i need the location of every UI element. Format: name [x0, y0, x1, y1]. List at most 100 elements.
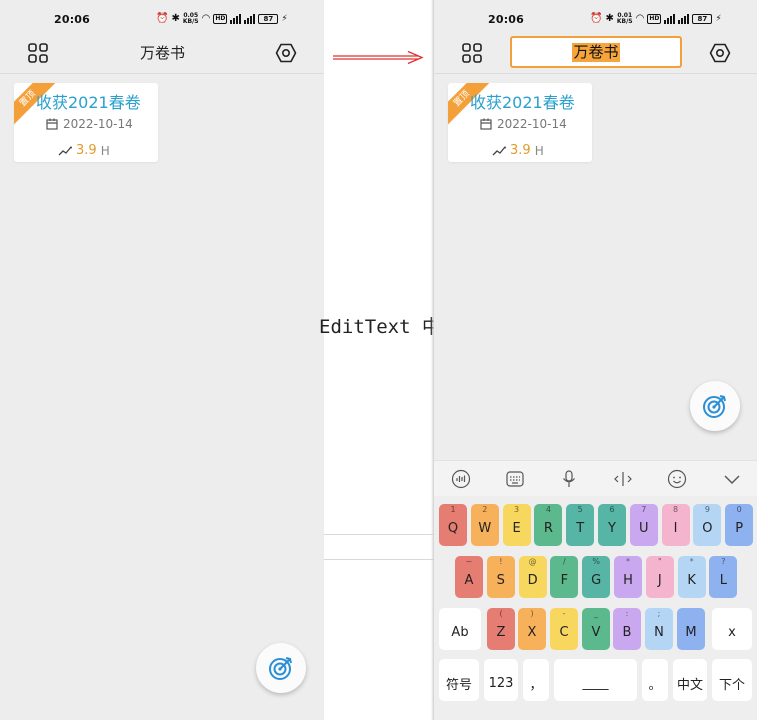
settings-icon[interactable]	[275, 42, 297, 64]
settings-icon[interactable]	[709, 42, 731, 64]
key-label: R	[543, 520, 553, 536]
key-n[interactable]: ; N	[645, 608, 673, 650]
key-r[interactable]: 4R	[534, 504, 563, 546]
key-i[interactable]: 8I	[661, 504, 690, 546]
title-edittext[interactable]: 万卷书	[510, 36, 682, 68]
key-space[interactable]: ____	[554, 659, 637, 701]
hd-badge: HD	[213, 14, 228, 24]
book-date-row: 2022-10-14	[46, 117, 133, 131]
key-label: U	[639, 520, 649, 536]
key-label: X	[527, 624, 537, 640]
key-label: x	[728, 624, 736, 640]
soft-keyboard: 1 Q 2 W 3 E 4 R 5 T 6 Y 7 U 8 I 9 O 0 P ~ A! S @ D / F% G * H " J * K? L Ab…	[434, 496, 757, 720]
key-period[interactable]: 。	[642, 659, 668, 701]
divider	[324, 559, 434, 560]
left-screen: 20:06 ⏰ ✱ 0.05 KB/S ◠ HD 87 ⚡ 万卷书 置顶 收获2…	[0, 0, 324, 720]
signal-icon	[678, 14, 690, 24]
key-hint: /	[563, 557, 566, 566]
charging-icon: ⚡	[281, 14, 288, 24]
key-label: S	[496, 572, 505, 588]
book-card[interactable]: 置顶 收获2021春卷 2022-10-14 3.9 H	[14, 83, 158, 162]
status-bar: 20:06 ⏰ ✱ 0.05 KB/S ◠ HD 87 ⚡	[0, 10, 324, 30]
key-label: P	[735, 520, 744, 536]
key-y[interactable]: 6Y	[598, 504, 626, 546]
keyboard-toolbar	[434, 460, 757, 496]
key-s[interactable]: ! S	[486, 556, 515, 598]
right-screen: 20:06 ⏰ ✱ 0.01 KB/S ◠ HD 87 ⚡ 万卷书 置顶 收获2…	[434, 0, 757, 720]
key-label: 符号	[445, 677, 472, 693]
key-hint: -	[562, 609, 566, 618]
key-u[interactable]: 7U	[629, 504, 658, 546]
key-hint: ~	[465, 557, 473, 566]
cursor-icon[interactable]	[613, 469, 633, 489]
key-comma[interactable]: ，	[523, 659, 549, 701]
key-chinese[interactable]: 中文	[673, 659, 707, 701]
key-h[interactable]: * H	[614, 556, 642, 598]
bluetooth-icon: ✱	[605, 13, 614, 24]
key-label: C	[559, 624, 569, 640]
key-hint: !	[499, 557, 503, 566]
key-label: J	[657, 572, 662, 588]
key-o[interactable]: 9O	[693, 504, 722, 546]
charging-icon: ⚡	[715, 14, 722, 24]
key-label: ____	[582, 675, 609, 691]
book-hours: 3.9	[510, 143, 531, 158]
voice-wave-icon[interactable]	[451, 469, 471, 489]
key-m[interactable]: M	[677, 608, 705, 650]
key-hint: "	[657, 557, 662, 566]
key-next[interactable]: 下个	[712, 659, 752, 701]
key-delete[interactable]: x	[712, 608, 752, 650]
key-numbers[interactable]: 123	[484, 659, 518, 701]
key-hint: 4	[545, 505, 551, 514]
key-d[interactable]: @ D	[518, 556, 547, 598]
collapse-icon[interactable]	[722, 469, 742, 489]
key-hint: 7	[641, 505, 647, 514]
key-k[interactable]: * K	[677, 556, 706, 598]
key-l[interactable]: ? L	[709, 556, 738, 598]
key-j[interactable]: " J	[645, 556, 674, 598]
microphone-icon[interactable]	[559, 469, 579, 489]
status-bar: 20:06 ⏰ ✱ 0.01 KB/S ◠ HD 87 ⚡	[434, 10, 757, 30]
key-label: 123	[488, 675, 514, 691]
key-hint: 6	[609, 505, 615, 514]
book-card[interactable]: 置顶 收获2021春卷 2022-10-14 3.9 H	[448, 83, 592, 162]
key-b[interactable]: :B	[613, 608, 641, 650]
key-v[interactable]: _ V	[582, 608, 610, 650]
key-label: N	[654, 624, 664, 640]
emoji-icon[interactable]	[667, 469, 687, 489]
key-e[interactable]: 3E	[502, 504, 531, 546]
key-label: 。	[648, 677, 662, 693]
screen-shadow	[431, 0, 434, 720]
key-shift-ab[interactable]: Ab	[439, 608, 481, 650]
key-p[interactable]: 0P	[725, 504, 754, 546]
key-x[interactable]: ) X	[518, 608, 546, 650]
key-label: Y	[608, 520, 616, 536]
key-hint: 5	[577, 505, 583, 514]
key-g[interactable]: % G	[582, 556, 611, 598]
battery-icon: 87	[258, 14, 279, 24]
fab-button[interactable]	[690, 381, 740, 431]
keyboard-icon[interactable]	[505, 469, 525, 489]
fab-button[interactable]	[256, 643, 306, 693]
grid-icon[interactable]	[27, 42, 49, 64]
wifi-icon: ◠	[635, 13, 645, 24]
key-symbols[interactable]: 符号	[439, 659, 479, 701]
key-label: M	[685, 624, 697, 640]
divider	[324, 534, 434, 535]
key-w[interactable]: 2W	[470, 504, 499, 546]
key-q[interactable]: 1Q	[439, 504, 467, 546]
key-t[interactable]: 5T	[566, 504, 595, 546]
alarm-icon: ⏰	[156, 13, 169, 24]
key-label: D	[527, 572, 538, 588]
key-hint: 8	[673, 505, 679, 514]
key-f[interactable]: / F	[550, 556, 579, 598]
book-hours-unit: H	[534, 143, 544, 158]
book-hours: 3.9	[76, 143, 97, 158]
key-z[interactable]: (Z	[487, 608, 515, 650]
key-label: A	[464, 572, 474, 588]
key-a[interactable]: ~ A	[455, 556, 483, 598]
key-hint: _	[594, 609, 598, 618]
grid-icon[interactable]	[461, 42, 483, 64]
wifi-icon: ◠	[201, 13, 211, 24]
key-c[interactable]: -C	[550, 608, 578, 650]
